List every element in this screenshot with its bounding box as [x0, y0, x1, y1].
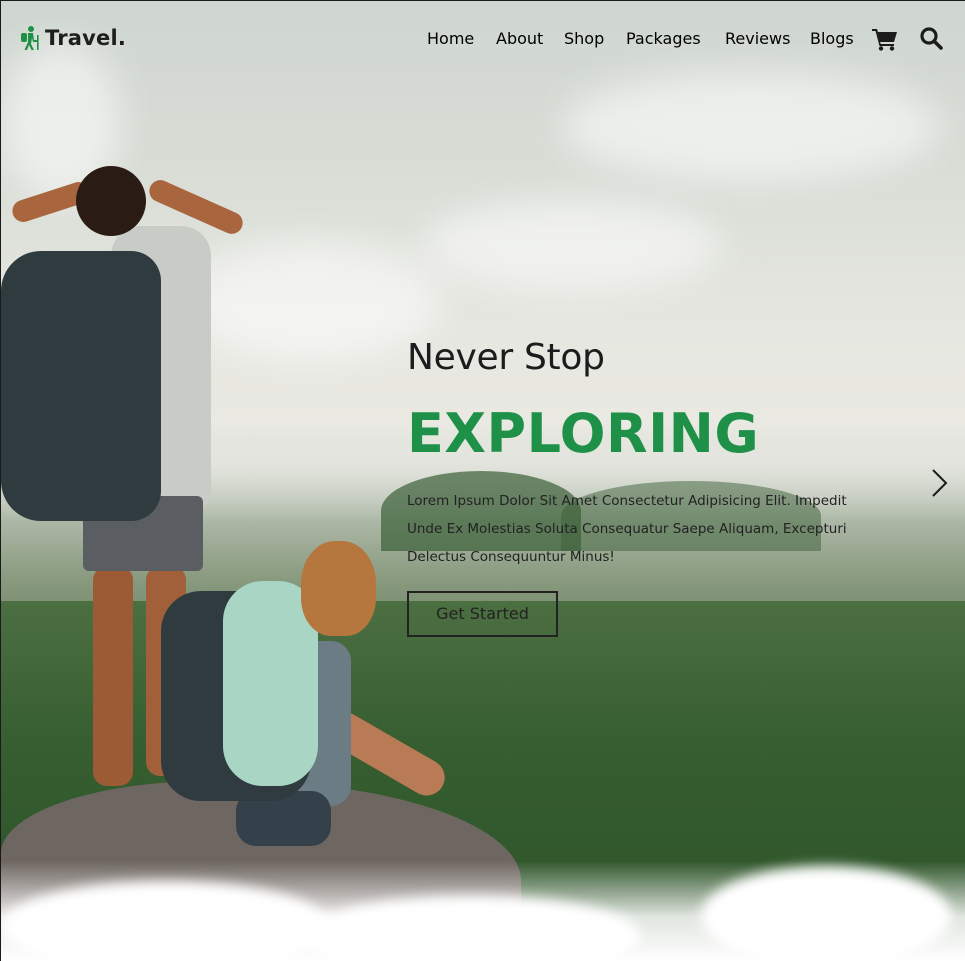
nav-blogs[interactable]: Blogs: [810, 29, 854, 48]
nav-home[interactable]: Home: [427, 29, 474, 48]
chevron-right-icon[interactable]: [929, 467, 951, 499]
cloud: [561, 71, 941, 181]
get-started-button[interactable]: Get Started: [407, 591, 558, 637]
hero-content: Never Stop EXPLORING Lorem Ipsum Dolor S…: [407, 334, 877, 637]
hiker-man-head: [76, 166, 146, 236]
hero-headline: EXPLORING: [407, 402, 760, 465]
hiker-man-leg: [93, 566, 133, 786]
nav-about[interactable]: About: [496, 29, 543, 48]
mist: [701, 866, 951, 961]
hero-description: Lorem Ipsum Dolor Sit Amet Consectetur A…: [407, 493, 847, 565]
hero-section: Travel. Home About Shop Packages Reviews…: [0, 0, 965, 961]
cloud: [181, 241, 441, 361]
nav-shop[interactable]: Shop: [564, 29, 604, 48]
hiker-woman-head: [301, 541, 376, 636]
hiker-man-backpack: [1, 251, 161, 521]
hero-kicker: Never Stop: [407, 337, 605, 378]
nav-packages[interactable]: Packages: [626, 29, 701, 48]
site-header: Travel. Home About Shop Packages Reviews…: [1, 1, 965, 77]
search-icon[interactable]: [919, 26, 943, 50]
logo-text: Travel.: [45, 26, 127, 50]
cart-icon[interactable]: [872, 27, 898, 51]
cloud: [421, 201, 721, 291]
logo[interactable]: Travel.: [19, 25, 126, 51]
mist: [1, 881, 331, 961]
nav-reviews[interactable]: Reviews: [725, 29, 790, 48]
hiker-icon: [21, 26, 39, 50]
